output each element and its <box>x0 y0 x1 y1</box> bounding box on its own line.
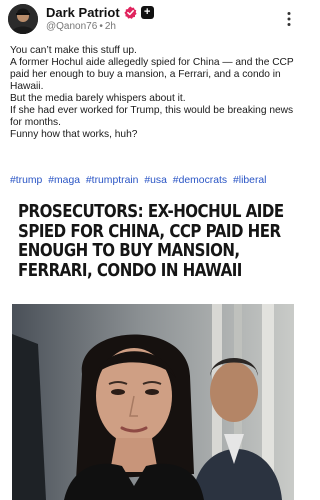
hashtag-link[interactable]: #usa <box>144 175 167 186</box>
post-line: If she had ever worked for Trump, this w… <box>10 105 294 128</box>
name-row: Dark Patriot + <box>46 4 154 20</box>
post-line: Funny how that works, huh? <box>10 129 138 140</box>
post-header: Dark Patriot + @Qanon76 • 2h <box>0 0 306 36</box>
hashtag-link[interactable]: #maga <box>48 175 80 186</box>
verified-badge-icon <box>124 6 137 19</box>
news-photo[interactable] <box>12 304 294 500</box>
post-line: You can’t make this stuff up. <box>10 45 137 56</box>
more-options-icon[interactable] <box>280 10 298 28</box>
post-media[interactable]: PROSECUTORS: EX-HOCHUL AIDE SPIED FOR CH… <box>12 196 294 500</box>
plus-badge-icon: + <box>140 5 154 19</box>
hashtag-link[interactable]: #trumptrain <box>86 175 139 186</box>
hashtag-link[interactable]: #democrats <box>173 175 227 186</box>
post-card: Dark Patriot + @Qanon76 • 2h You can’t mak… <box>0 0 306 500</box>
hashtag-link[interactable]: #trump <box>10 175 42 186</box>
meta-separator: • <box>99 21 103 32</box>
avatar-image <box>8 4 38 34</box>
meta-row: @Qanon76 • 2h <box>46 21 116 32</box>
hashtag-list: #trump #maga #trumptrain #usa #democrats… <box>10 174 304 187</box>
hashtag-link[interactable]: #liberal <box>233 175 267 186</box>
post-line: But the media barely whispers about it. <box>10 93 186 104</box>
media-headline: PROSECUTORS: EX-HOCHUL AIDE SPIED FOR CH… <box>18 202 284 281</box>
post-text: You can’t make this stuff up. A former H… <box>10 45 302 141</box>
avatar[interactable] <box>8 4 38 34</box>
display-name[interactable]: Dark Patriot <box>46 5 120 20</box>
timestamp[interactable]: 2h <box>105 21 116 32</box>
post-line: A former Hochul aide allegedly spied for… <box>10 57 294 92</box>
handle[interactable]: @Qanon76 <box>46 21 97 32</box>
